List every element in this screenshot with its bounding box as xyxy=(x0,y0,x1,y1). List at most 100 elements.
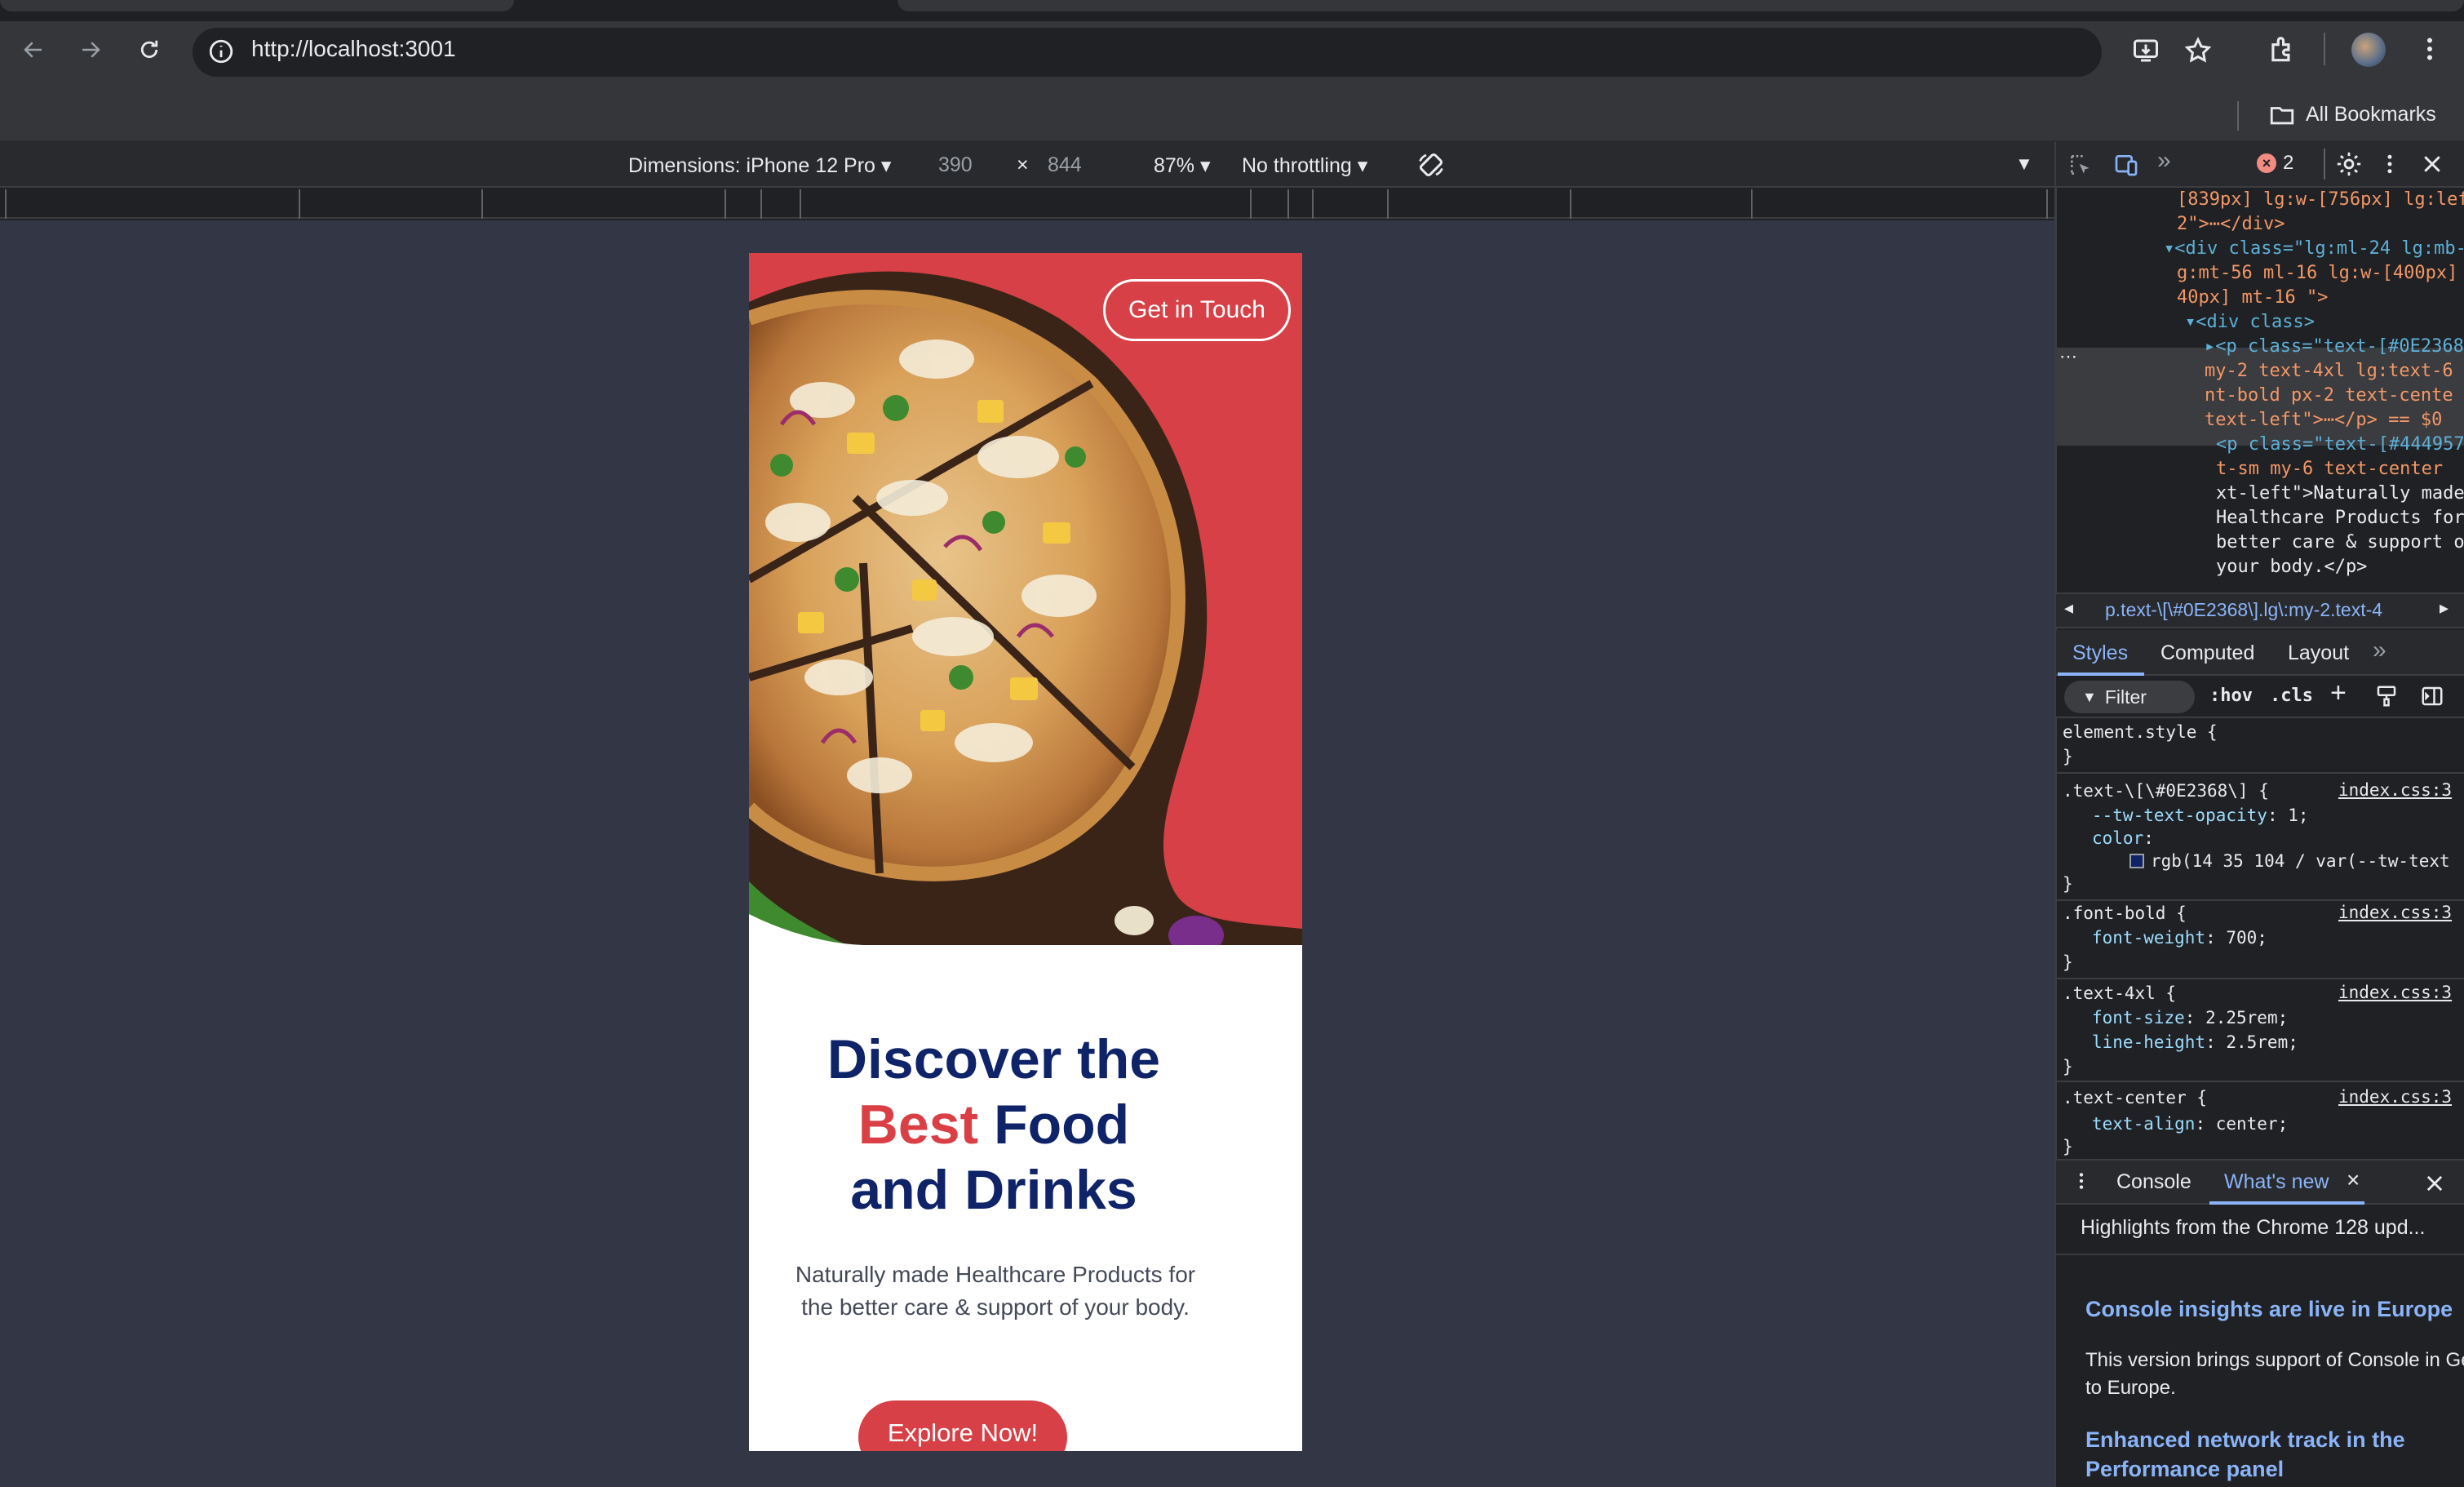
tab-layout[interactable]: Layout xyxy=(2288,641,2349,665)
close-whats-new-tab-icon[interactable]: × xyxy=(2347,1167,2360,1193)
css-declaration[interactable]: color: xyxy=(2092,826,2154,850)
styles-filter-input[interactable]: ▼ Filter xyxy=(2064,681,2195,713)
throttling-select[interactable]: No throttling ▾ xyxy=(1242,153,1367,178)
bookmark-star-icon[interactable] xyxy=(2183,36,2213,65)
reload-button[interactable] xyxy=(127,28,171,72)
dom-node-ellipsis-icon[interactable]: ⋯ xyxy=(2059,346,2077,367)
folder-icon xyxy=(2270,107,2294,125)
profile-avatar[interactable] xyxy=(2351,33,2386,67)
whats-new-highlights: Highlights from the Chrome 128 upd... xyxy=(2081,1216,2426,1239)
devtools-divider xyxy=(2324,149,2325,180)
zoom-value: 87% xyxy=(1154,154,1195,177)
ruler-tick xyxy=(1570,189,1571,219)
rule-source-link[interactable]: index.css:3 xyxy=(2338,903,2452,922)
element-style-selector[interactable]: element.style { xyxy=(2063,720,2218,744)
inspect-element-icon[interactable] xyxy=(2067,152,2094,178)
dom-tree-line[interactable]: Healthcare Products for xyxy=(2216,506,2464,530)
css-declaration[interactable]: line-height: 2.5rem; xyxy=(2092,1030,2298,1054)
rule-selector-text-4xl[interactable]: .text-4xl { xyxy=(2063,981,2176,1005)
dom-tree-line[interactable]: better care & support o xyxy=(2216,530,2464,555)
error-count[interactable]: 2 xyxy=(2283,152,2293,175)
device-dimensions-select[interactable]: Dimensions: iPhone 12 Pro ▾ xyxy=(628,153,891,178)
filter-placeholder: Filter xyxy=(2104,686,2147,708)
dom-tree-line[interactable]: ▾<div class> xyxy=(2185,310,2315,335)
whats-new-heading-2[interactable]: Enhanced network track in the Performanc… xyxy=(2085,1425,2464,1484)
rule-selector-font-bold[interactable]: .font-bold { xyxy=(2063,901,2187,925)
dom-tree-line[interactable]: my-2 text-4xl lg:text-6 xyxy=(2205,359,2453,384)
device-toolbar-toggle-icon[interactable] xyxy=(2113,152,2139,178)
zoom-select[interactable]: 87% ▾ xyxy=(1154,153,1211,178)
address-bar[interactable] xyxy=(193,28,2102,77)
breadcrumb[interactable]: p.text-\[\#0E2368\].lg\:my-2.text-4 xyxy=(2105,599,2431,621)
ruler-tick xyxy=(1287,189,1289,219)
color-swatch[interactable] xyxy=(2129,854,2144,868)
tab-computed[interactable]: Computed xyxy=(2160,641,2254,665)
url-text[interactable]: http://localhost:3001 xyxy=(251,36,456,62)
browser-tab[interactable] xyxy=(897,0,2464,11)
more-tabs-chevron-icon[interactable]: » xyxy=(2157,147,2171,175)
tab-whats-new[interactable]: What's new xyxy=(2224,1170,2329,1194)
rule-source-link[interactable]: index.css:3 xyxy=(2338,1087,2452,1107)
dom-tree-line[interactable]: nt-bold px-2 text-cente xyxy=(2205,384,2453,408)
new-style-rule-plus-icon[interactable]: + xyxy=(2330,677,2347,709)
css-declaration[interactable]: font-weight: 700; xyxy=(2092,925,2267,950)
browser-tab[interactable] xyxy=(0,0,514,11)
css-declaration[interactable]: text-align: center; xyxy=(2092,1112,2288,1136)
toggle-sidebar-icon[interactable] xyxy=(2420,684,2444,708)
drawer-menu-icon[interactable] xyxy=(2071,1169,2092,1193)
rule-source-link[interactable]: index.css:3 xyxy=(2338,983,2452,1002)
dom-tree-line[interactable]: xt-left">Naturally made xyxy=(2216,482,2464,506)
dom-tree-line[interactable]: ▸<p class="text-[#0E2368 xyxy=(2205,335,2464,359)
devtools-menu-icon[interactable] xyxy=(2378,152,2402,176)
settings-gear-icon[interactable] xyxy=(2335,150,2363,178)
css-property: --tw-text-opacity xyxy=(2092,806,2267,825)
headline-line-3: and Drinks xyxy=(850,1159,1137,1221)
height-input[interactable]: 844 xyxy=(1048,153,1082,177)
close-drawer-icon[interactable] xyxy=(2423,1172,2446,1195)
breadcrumb-right-arrow-icon[interactable]: ▸ xyxy=(2440,597,2448,619)
width-input[interactable]: 390 xyxy=(938,153,973,177)
dom-tree-line[interactable]: <p class="text-[#444957 xyxy=(2216,433,2464,457)
dom-tree-line[interactable]: [839px] lg:w-[756px] lg:lef xyxy=(2177,188,2464,212)
ruler-tick xyxy=(2046,189,2048,219)
rule-source-link[interactable]: index.css:3 xyxy=(2338,780,2452,800)
rule-selector-text-color[interactable]: .text-\[\#0E2368\] { xyxy=(2063,779,2269,803)
extensions-icon[interactable] xyxy=(2267,34,2298,65)
dom-tree-line[interactable]: 40px] mt-16 "> xyxy=(2177,286,2328,310)
dom-tree-line[interactable]: text-left">⋯</p> == $0 xyxy=(2205,408,2442,433)
dom-tree-line[interactable]: your body.</p> xyxy=(2216,555,2367,579)
css-color-value[interactable]: rgb(14 35 104 / var(--tw-text xyxy=(2151,849,2450,873)
forward-button[interactable] xyxy=(69,28,113,72)
tab-styles[interactable]: Styles xyxy=(2072,641,2128,665)
dom-tree-line[interactable]: 2">⋯</div> xyxy=(2177,212,2285,237)
all-bookmarks-link[interactable]: All Bookmarks xyxy=(2306,103,2436,127)
ruler-tick xyxy=(800,189,801,219)
error-icon[interactable]: × xyxy=(2257,153,2276,173)
back-button[interactable] xyxy=(11,28,55,72)
device-more-options-caret-icon[interactable]: ▼ xyxy=(2015,153,2033,175)
install-app-icon[interactable] xyxy=(2131,36,2160,65)
tab-console[interactable]: Console xyxy=(2116,1170,2191,1194)
paint-brush-icon[interactable] xyxy=(2374,684,2399,708)
rule-selector-text-center[interactable]: .text-center { xyxy=(2063,1085,2207,1110)
css-declaration[interactable]: font-size: 2.25rem; xyxy=(2092,1005,2288,1030)
class-toggle[interactable]: .cls xyxy=(2270,686,2313,706)
hero-headline: Discover the Best Food and Drinks xyxy=(749,1027,1239,1223)
rotate-icon[interactable] xyxy=(1416,150,1446,180)
site-info-icon[interactable] xyxy=(207,38,235,65)
get-in-touch-button[interactable]: Get in Touch xyxy=(1103,279,1291,341)
hero-section: Get in Touch xyxy=(749,253,1302,955)
dom-tree-line[interactable]: g:mt-56 ml-16 lg:w-[400px] xyxy=(2177,261,2457,286)
close-devtools-icon[interactable] xyxy=(2420,152,2444,176)
dom-tree-line[interactable]: ▾<div class="lg:ml-24 lg:mb- xyxy=(2164,237,2464,261)
css-declaration[interactable]: --tw-text-opacity: 1; xyxy=(2092,803,2309,828)
hover-state-toggle[interactable]: :hov xyxy=(2209,686,2253,706)
dom-tree-line[interactable]: t-sm my-6 text-center xyxy=(2216,457,2443,482)
kebab-menu-icon[interactable] xyxy=(2415,34,2444,64)
whats-new-heading-1[interactable]: Console insights are live in Europe xyxy=(2085,1294,2464,1324)
explore-now-button[interactable]: Explore Now! xyxy=(858,1400,1067,1451)
rule-close-brace: } xyxy=(2063,952,2073,972)
more-sidebar-tabs-chevron-icon[interactable]: » xyxy=(2373,637,2386,664)
breadcrumb-left-arrow-icon[interactable]: ◂ xyxy=(2064,597,2073,619)
headline-line-2-rest: Food xyxy=(978,1094,1130,1156)
